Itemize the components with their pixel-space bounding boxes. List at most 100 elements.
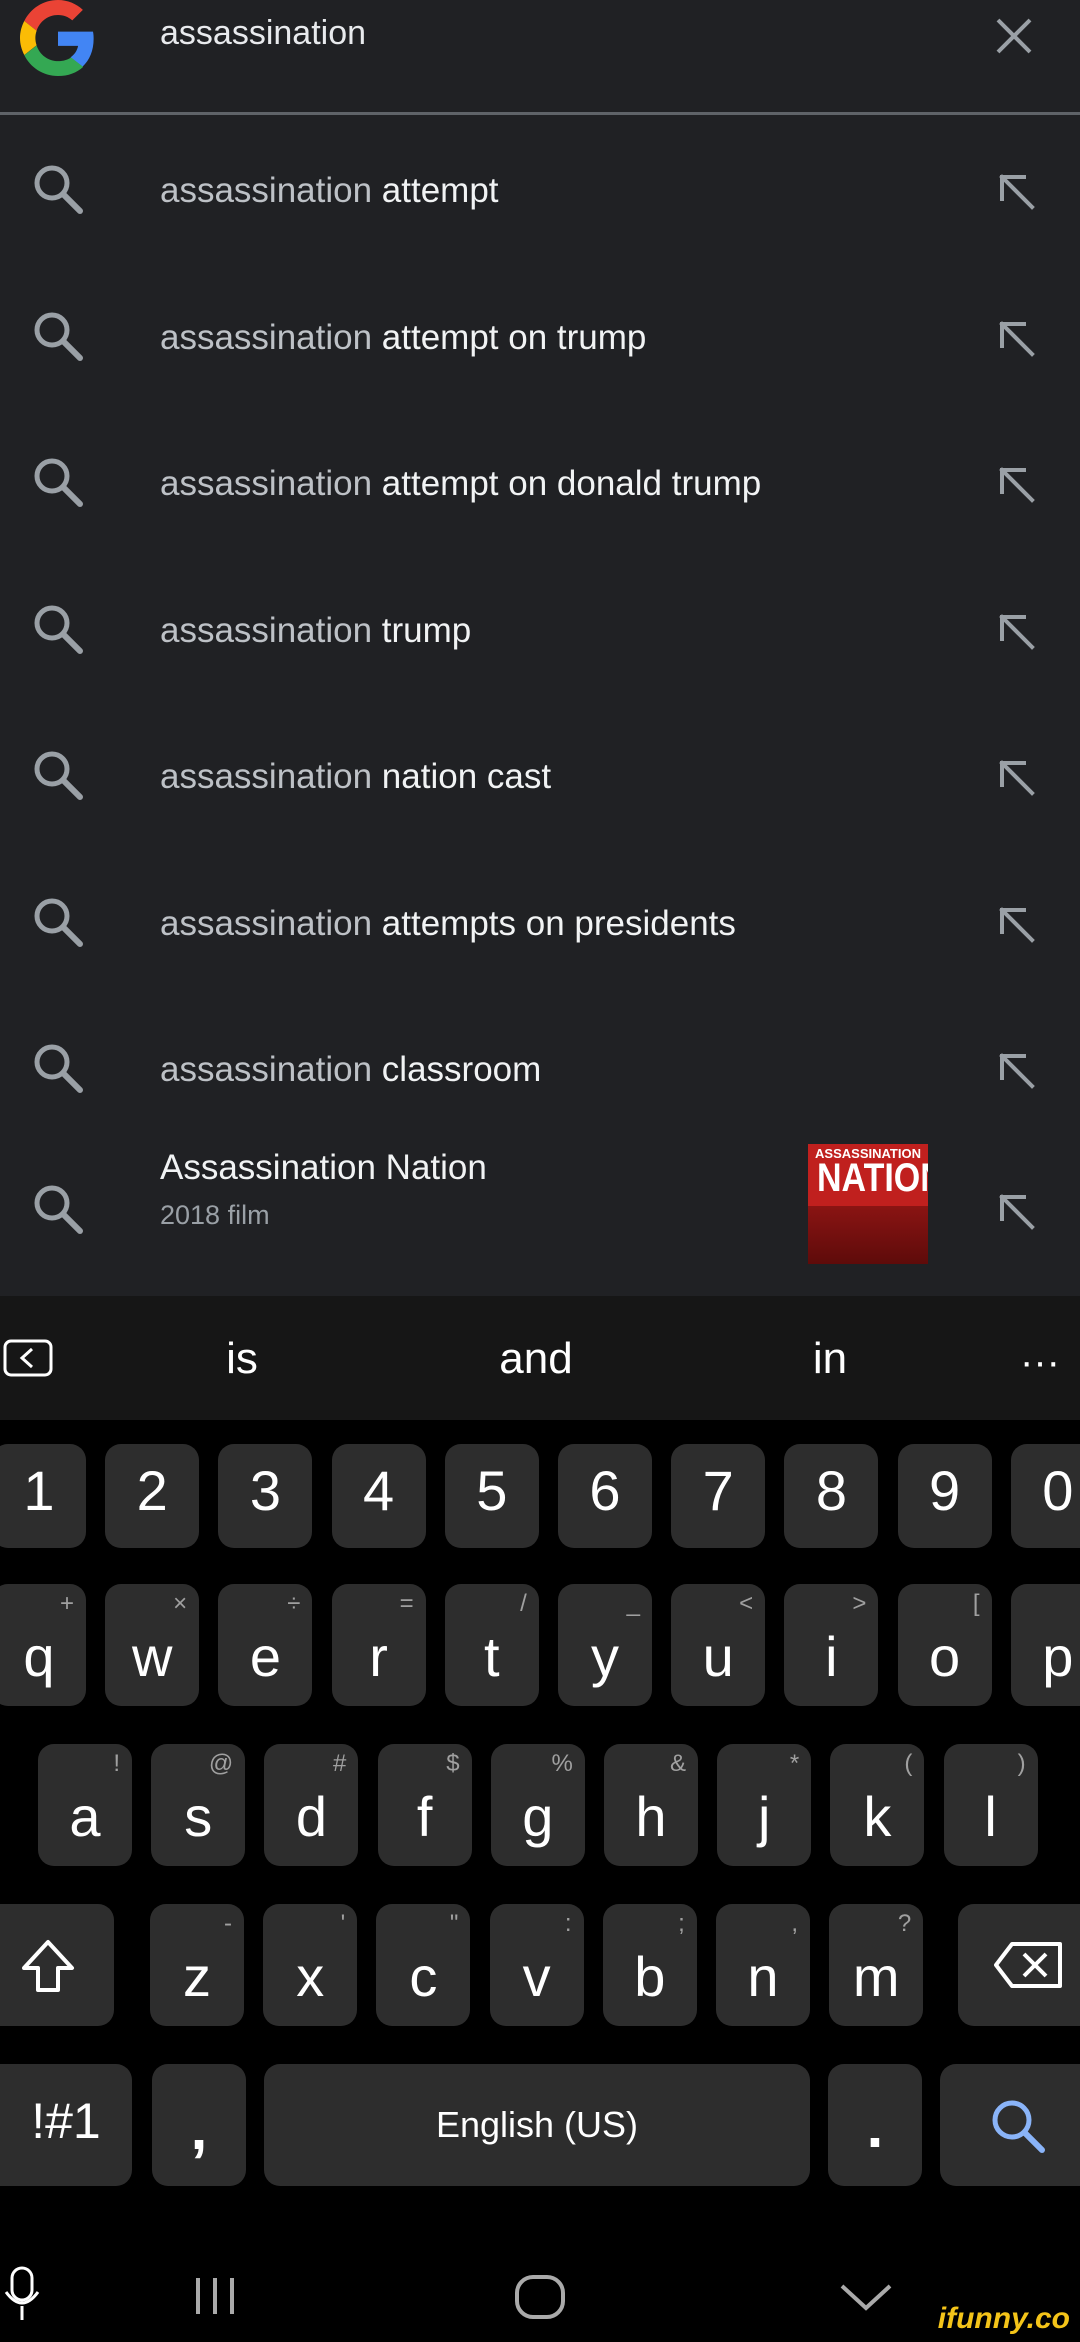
close-icon[interactable] (990, 12, 1038, 60)
key-0[interactable]: 0 (1010, 1444, 1080, 1548)
key-5[interactable]: 5 (444, 1444, 539, 1548)
insert-query-arrow-icon[interactable] (990, 165, 1042, 217)
search-icon (34, 312, 83, 361)
key-u[interactable]: u < (671, 1584, 766, 1706)
suggestion-item[interactable]: assassination trump (0, 558, 1080, 704)
hide-keyboard-icon[interactable] (838, 2282, 894, 2312)
insert-query-arrow-icon[interactable] (990, 312, 1042, 364)
key-hint: + (59, 1590, 74, 1617)
space-key[interactable]: English (US) (264, 2064, 810, 2186)
divider (0, 112, 1080, 115)
insert-query-arrow-icon[interactable] (990, 605, 1042, 657)
key-label: v (522, 1945, 551, 2008)
key-j[interactable]: j * (717, 1744, 812, 1866)
search-icon (34, 605, 83, 654)
key-g[interactable]: g% (490, 1744, 585, 1866)
key-hint: & (669, 1750, 686, 1777)
entity-title: Assassination Nation (160, 1148, 487, 1187)
key-c[interactable]: c " (376, 1904, 471, 2026)
key-label: p (1042, 1625, 1074, 1688)
key-m[interactable]: m? (829, 1904, 924, 2026)
key-6[interactable]: 6 (558, 1444, 652, 1548)
key-label: x (296, 1945, 325, 2008)
insert-query-arrow-icon[interactable] (990, 751, 1042, 803)
home-icon[interactable] (514, 2274, 566, 2320)
insert-query-arrow-icon[interactable] (990, 1044, 1042, 1096)
period-key-label: . (866, 2093, 884, 2160)
key-n[interactable]: n, (716, 1904, 810, 2026)
key-s[interactable]: s @ (151, 1744, 246, 1866)
insert-query-arrow-icon[interactable] (990, 898, 1042, 950)
shift-icon (22, 1940, 74, 1992)
backspace-key[interactable] (958, 1904, 1080, 2026)
key-label: s (184, 1785, 213, 1848)
key-x[interactable]: x ' (263, 1904, 358, 2026)
suggestion-item[interactable]: assassination attempts on presidents (0, 851, 1080, 997)
search-key[interactable] (940, 2064, 1080, 2186)
key-label: d (295, 1785, 327, 1848)
key-l[interactable]: l) (943, 1744, 1038, 1866)
key-q[interactable]: q + (0, 1584, 86, 1706)
key-2[interactable]: 2 (105, 1444, 200, 1548)
key-hint: " (449, 1910, 459, 1937)
entity-suggestion[interactable]: Assassination Nation 2018 film ASSASSINA… (0, 1126, 1080, 1296)
search-icon (34, 751, 83, 800)
suggestion-item[interactable]: assassination attempt on trump (0, 265, 1080, 411)
comma-key[interactable]: , (152, 2064, 246, 2186)
insert-query-arrow-icon[interactable] (990, 1185, 1042, 1237)
prediction-2[interactable]: and (466, 1334, 606, 1384)
prediction-3[interactable]: in (760, 1334, 900, 1384)
key-3[interactable]: 3 (218, 1444, 313, 1548)
key-1[interactable]: 1 (0, 1444, 86, 1548)
key-z[interactable]: z- (150, 1904, 244, 2026)
key-o[interactable]: o[ (897, 1584, 992, 1706)
key-b[interactable]: b; (602, 1904, 697, 2026)
key-7[interactable]: 7 (671, 1444, 766, 1548)
key-8[interactable]: 8 (784, 1444, 879, 1548)
key-f[interactable]: f $ (377, 1744, 472, 1866)
key-label: g (522, 1785, 554, 1848)
suggestion-item[interactable]: assassination classroom (0, 997, 1080, 1143)
suggestion-prefix: assassination (160, 464, 373, 503)
key-label: 7 (702, 1459, 734, 1522)
key-y[interactable]: y _ (558, 1584, 652, 1706)
key-label: n (747, 1945, 779, 2008)
insert-query-arrow-icon[interactable] (990, 458, 1042, 510)
key-w[interactable]: w × (105, 1584, 200, 1706)
key-r[interactable]: r = (331, 1584, 426, 1706)
key-t[interactable]: t / (444, 1584, 539, 1706)
search-input[interactable]: assassination (160, 14, 366, 53)
key-label: 2 (136, 1459, 168, 1522)
prediction-1[interactable]: is (172, 1334, 312, 1384)
microphone-icon[interactable] (2, 2264, 42, 2324)
key-hint: # (333, 1750, 347, 1777)
poster-title-text: NATION (817, 1156, 928, 1200)
key-4[interactable]: 4 (331, 1444, 426, 1548)
symbols-key[interactable]: !#1 (0, 2064, 132, 2186)
key-h[interactable]: h & (604, 1744, 698, 1866)
symbols-key-label: !#1 (31, 2093, 101, 2149)
collapse-toolbar-icon[interactable] (2, 1338, 54, 1378)
suggestion-item[interactable]: assassination attempt on donald trump (0, 411, 1080, 557)
shift-key[interactable] (0, 1904, 114, 2026)
watermark: ifunny.co (937, 2302, 1070, 2335)
key-label: z (183, 1945, 211, 2008)
key-e[interactable]: e ÷ (218, 1584, 313, 1706)
key-9[interactable]: 9 (897, 1444, 992, 1548)
recent-apps-icon[interactable] (190, 2276, 240, 2316)
key-label: u (702, 1625, 734, 1688)
key-a[interactable]: a! (38, 1744, 132, 1866)
period-key[interactable]: . (828, 2064, 922, 2186)
more-options-button[interactable]: ··· (1020, 1340, 1060, 1385)
key-k[interactable]: k( (830, 1744, 925, 1866)
key-i[interactable]: i > (784, 1584, 879, 1706)
suggestion-item[interactable]: assassination nation cast (0, 704, 1080, 850)
key-d[interactable]: d # (264, 1744, 359, 1866)
suggestion-completion: attempts on presidents (372, 903, 736, 943)
suggestion-item[interactable]: assassination attempt (0, 118, 1080, 264)
key-v[interactable]: v: (489, 1904, 584, 2026)
search-icon (34, 1044, 83, 1093)
key-hint: × (173, 1590, 188, 1617)
key-p[interactable]: p] (1010, 1584, 1080, 1706)
search-icon (34, 165, 83, 214)
